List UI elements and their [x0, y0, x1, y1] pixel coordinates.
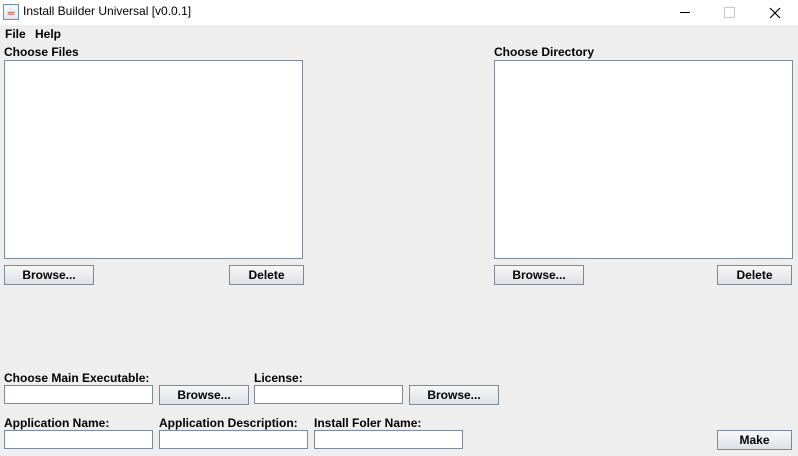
java-coffee-icon: ☕ [3, 4, 19, 20]
main-executable-label: Choose Main Executable: [4, 371, 150, 385]
license-browse-button[interactable]: Browse... [409, 385, 499, 405]
directory-delete-button[interactable]: Delete [717, 265, 792, 285]
directory-browse-button[interactable]: Browse... [494, 265, 584, 285]
application-description-label: Application Description: [159, 416, 298, 430]
make-button[interactable]: Make [717, 430, 792, 450]
close-button[interactable] [752, 0, 798, 25]
application-name-field[interactable] [4, 430, 153, 449]
title-bar: ☕ Install Builder Universal [v0.0.1] [0, 0, 798, 25]
maximize-button[interactable] [706, 0, 752, 25]
install-folder-field[interactable] [314, 430, 463, 449]
license-label: License: [254, 371, 303, 385]
directory-list[interactable] [494, 60, 793, 259]
files-browse-button[interactable]: Browse... [4, 265, 94, 285]
maximize-icon [723, 7, 735, 18]
choose-directory-label: Choose Directory [494, 45, 595, 59]
application-name-label: Application Name: [4, 416, 110, 430]
window-title: Install Builder Universal [v0.0.1] [23, 4, 192, 18]
main-executable-browse-button[interactable]: Browse... [159, 385, 249, 405]
files-list[interactable] [4, 60, 303, 259]
menu-help[interactable]: Help [35, 27, 61, 41]
application-description-field[interactable] [159, 430, 308, 449]
minimize-button[interactable] [662, 0, 708, 25]
main-executable-field[interactable] [4, 385, 153, 404]
choose-files-label: Choose Files [4, 45, 79, 59]
minimize-icon [680, 12, 690, 13]
license-field[interactable] [254, 385, 403, 404]
menu-file[interactable]: File [5, 27, 26, 41]
close-icon [769, 7, 781, 18]
files-delete-button[interactable]: Delete [229, 265, 304, 285]
install-folder-label: Install Foler Name: [314, 416, 422, 430]
